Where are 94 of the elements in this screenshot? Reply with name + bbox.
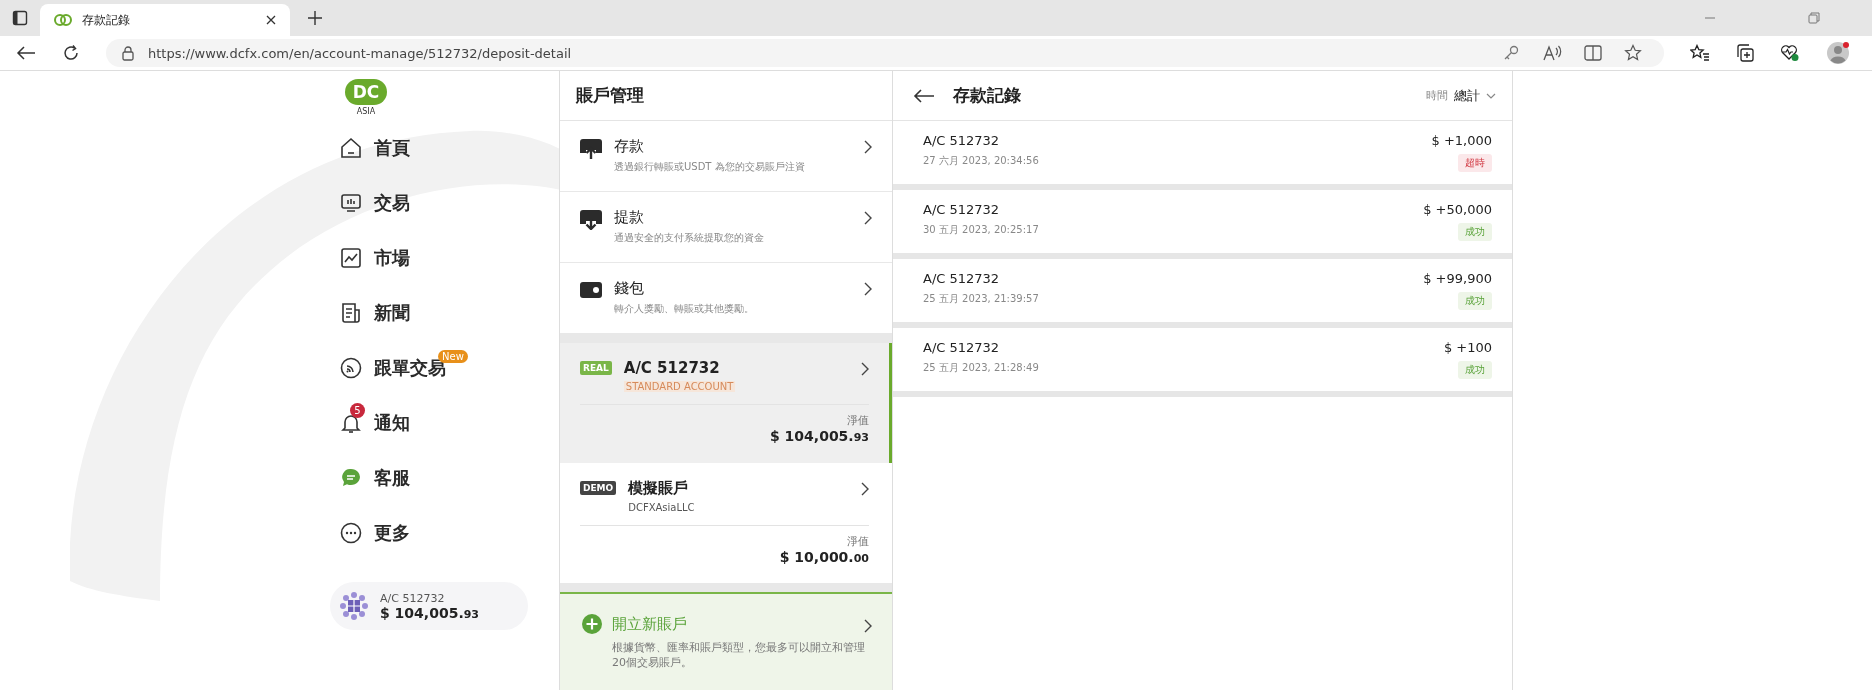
menu-item-description: 通過安全的支付系統提取您的資金 [614, 231, 765, 245]
rss-icon [340, 356, 362, 379]
line-chart-icon [340, 246, 362, 269]
key-icon[interactable] [1502, 44, 1520, 62]
record-amount: $ +99,900 [1423, 271, 1492, 286]
nav-item[interactable]: 交易 [320, 175, 559, 230]
menu-item[interactable]: 提款 通過安全的支付系統提取您的資金 [560, 192, 892, 263]
close-icon[interactable] [266, 15, 276, 25]
wallet-icon [580, 281, 602, 299]
browser-tab[interactable]: 存款記錄 [40, 4, 290, 36]
chevron-right-icon [861, 362, 869, 376]
account-type-tag: DEMO [580, 481, 617, 495]
logo-caption: ASIA [356, 107, 376, 116]
record-amount: $ +50,000 [1423, 202, 1492, 217]
deposit-card-icon [580, 139, 602, 159]
record-datetime: 27 六月 2023, 20:34:56 [923, 154, 1039, 168]
deposit-record-row[interactable]: A/C 512732 30 五月 2023, 20:25:17 $ +50,000 成功 [893, 190, 1512, 259]
nav-item[interactable]: 5 通知 [320, 395, 559, 450]
open-account-description: 根據貨幣、匯率和賬戶類型，您最多可以開立和管理20個交易賬戶。 [611, 640, 866, 671]
record-account: A/C 512732 [923, 202, 1001, 217]
favorite-star-icon[interactable] [1624, 44, 1642, 62]
status-tag: 成功 [1458, 223, 1492, 241]
panel-title: 賬戶管理 [576, 84, 644, 107]
time-filter-dropdown[interactable]: 時間 總計 [1426, 86, 1496, 105]
address-field[interactable]: https://www.dcfx.com/en/account-manage/512732/deposit-detail [106, 39, 1664, 67]
record-datetime: 30 五月 2023, 20:25:17 [923, 223, 1039, 237]
account-avatar-icon [340, 592, 368, 620]
profile-avatar-icon[interactable] [1826, 41, 1850, 65]
account-subtitle: DCFXAsiaLLC [628, 502, 695, 513]
back-icon[interactable] [16, 45, 36, 61]
split-screen-icon[interactable] [1584, 45, 1602, 61]
tab-actions-icon[interactable] [12, 10, 28, 26]
read-aloud-icon[interactable] [1542, 44, 1562, 62]
new-tab-icon[interactable] [308, 11, 322, 25]
monitor-chart-icon [340, 191, 362, 214]
record-datetime: 25 五月 2023, 21:39:57 [923, 292, 1039, 306]
equity-value: $ 10,000.00 [779, 549, 869, 565]
menu-item-title: 提款 [614, 208, 645, 227]
lock-icon [122, 45, 134, 61]
back-arrow-icon[interactable] [913, 87, 935, 104]
chevron-right-icon [864, 282, 872, 296]
menu-item-description: 透過銀行轉賬或USDT 為您的交易賬戶注資 [614, 160, 806, 174]
health-heart-icon[interactable] [1780, 44, 1800, 62]
account-balance: $ 104,005.93 [380, 604, 479, 621]
page-title: 存款記錄 [953, 84, 1021, 107]
collections-icon[interactable] [1736, 44, 1754, 62]
caret-icon [1486, 92, 1496, 99]
deposit-record-row[interactable]: A/C 512732 27 六月 2023, 20:34:56 $ +1,000 超時 [893, 121, 1512, 190]
account-name: 模擬賬戶 [628, 479, 690, 498]
equity-value: $ 104,005.93 [770, 428, 869, 444]
chevron-right-icon [864, 140, 872, 154]
record-account: A/C 512732 [923, 133, 1001, 148]
nav-item[interactable]: 市場 [320, 230, 559, 285]
site-favicon-icon [54, 14, 72, 26]
account-summary-card[interactable]: A/C 512732 $ 104,005.93 [330, 582, 528, 630]
record-account: A/C 512732 [923, 271, 1001, 286]
record-amount: $ +1,000 [1431, 133, 1492, 148]
account-name: A/C 512732 [623, 359, 721, 377]
withdraw-card-icon [580, 210, 602, 230]
chevron-right-icon [864, 618, 872, 633]
chevron-right-icon [861, 482, 869, 496]
favorites-icon[interactable] [1690, 44, 1710, 62]
status-tag: 成功 [1458, 292, 1492, 310]
status-tag: 超時 [1458, 154, 1492, 172]
equity-label: 淨值 [847, 413, 869, 428]
account-type-tag: REAL [580, 361, 612, 375]
record-amount: $ +100 [1443, 340, 1492, 355]
open-account-card[interactable]: 開立新賬戶 根據貨幣、匯率和賬戶類型，您最多可以開立和管理20個交易賬戶。 [560, 592, 892, 690]
home-icon [340, 136, 362, 159]
more-icon [340, 521, 362, 544]
menu-item-title: 存款 [614, 137, 645, 156]
news-icon [340, 301, 362, 324]
menu-item-description: 轉介人獎勵、轉賬或其他獎勵。 [614, 302, 755, 316]
plus-circle-icon [582, 614, 602, 634]
account-card[interactable]: REAL A/C 512732 STANDARD ACCOUNT 淨值 $ 104,005.93 [560, 343, 892, 463]
menu-item-title: 錢包 [614, 279, 645, 298]
menu-item[interactable]: 存款 透過銀行轉賬或USDT 為您的交易賬戶注資 [560, 121, 892, 192]
record-account: A/C 512732 [923, 340, 1001, 355]
chat-bubble-icon [340, 466, 362, 489]
nav-item[interactable]: 首頁 [320, 120, 559, 175]
deposit-record-row[interactable]: A/C 512732 25 五月 2023, 21:28:49 $ +100 成功 [893, 328, 1512, 397]
chevron-right-icon [864, 211, 872, 225]
nav-item[interactable]: 更多 [320, 505, 559, 560]
equity-label: 淨值 [847, 534, 869, 549]
nav-item[interactable]: 客服 [320, 450, 559, 505]
notification-count: 5 [350, 402, 365, 418]
status-tag: 成功 [1458, 361, 1492, 379]
account-number: A/C 512732 [380, 591, 446, 605]
account-subtitle: STANDARD ACCOUNT [623, 381, 736, 392]
open-account-title: 開立新賬戶 [612, 614, 688, 634]
refresh-icon[interactable] [62, 44, 80, 62]
deposit-record-row[interactable]: A/C 512732 25 五月 2023, 21:39:57 $ +99,900 成功 [893, 259, 1512, 328]
record-datetime: 25 五月 2023, 21:28:49 [923, 361, 1039, 375]
nav-item[interactable]: 新聞 [320, 285, 559, 340]
